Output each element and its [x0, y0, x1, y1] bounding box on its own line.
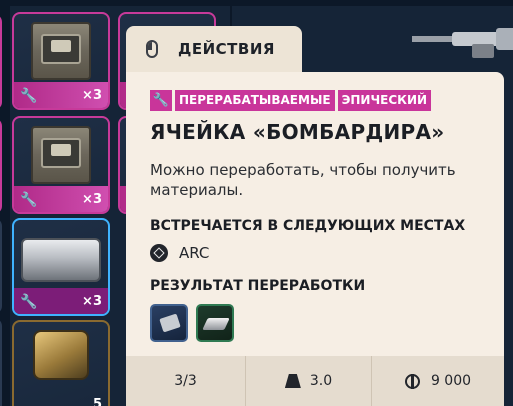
inventory-slot-selected[interactable]: 🔧 ×3	[12, 218, 110, 316]
location-label: ARC	[179, 244, 210, 262]
item-quantity: ×3	[82, 294, 102, 309]
stack-count-value: 3/3	[174, 373, 197, 389]
recycle-result-item[interactable]	[150, 304, 188, 342]
inventory-slot-bombardier-cell[interactable]: 🔧 ×3	[12, 12, 110, 110]
arc-icon	[150, 244, 168, 262]
item-tooltip: 🔧 ПЕРЕРАБАТЫВАЕМЫЕ ЭПИЧЕСКИЙ ЯЧЕЙКА «БОМ…	[126, 72, 504, 406]
item-stats-footer: 3/3 3.0 9 000	[126, 356, 504, 406]
mouse-icon	[146, 40, 158, 58]
item-price: 9 000	[372, 356, 504, 406]
inventory-slot-partial[interactable]	[0, 318, 2, 406]
item-image	[33, 330, 89, 380]
weight-icon	[284, 374, 301, 388]
wrench-icon: 🔧	[150, 90, 172, 111]
tag-recyclable: ПЕРЕРАБАТЫВАЕМЫЕ	[175, 90, 335, 111]
item-quantity: 5	[92, 397, 102, 406]
found-in-location: ARC	[150, 244, 209, 262]
recycle-result-item[interactable]	[196, 304, 234, 342]
item-weight: 3.0	[246, 356, 372, 406]
price-value: 9 000	[430, 373, 472, 389]
tag-rarity: ЭПИЧЕСКИЙ	[337, 90, 432, 111]
item-description: Можно переработать, чтобы получить матер…	[150, 161, 456, 199]
stack-count: 3/3	[126, 356, 246, 406]
item-image	[21, 228, 101, 282]
item-quantity: ×3	[82, 192, 102, 207]
item-image	[31, 22, 91, 80]
wrench-icon: 🔧	[20, 294, 38, 310]
actions-label: ДЕЙСТВИЯ	[178, 40, 275, 58]
item-title: ЯЧЕЙКА «БОМБАРДИРА»	[150, 120, 445, 144]
recycle-result-items	[150, 304, 234, 342]
coin-icon	[404, 373, 420, 389]
item-image	[31, 126, 91, 184]
wrench-icon: 🔧	[20, 88, 38, 104]
inventory-slot[interactable]: 5	[12, 320, 110, 406]
found-in-heading: ВСТРЕЧАЕТСЯ В СЛЕДУЮЩИХ МЕСТАХ	[150, 218, 466, 234]
weapon-image	[412, 28, 513, 58]
actions-tab[interactable]: ДЕЙСТВИЯ	[126, 26, 302, 72]
inventory-slot-partial[interactable]	[0, 118, 2, 214]
item-quantity: ×3	[82, 88, 102, 103]
inventory-slot-bombardier-cell[interactable]: 🔧 ×3	[12, 116, 110, 214]
inventory-slot-partial[interactable]	[0, 14, 2, 110]
item-tags: 🔧 ПЕРЕРАБАТЫВАЕМЫЕ ЭПИЧЕСКИЙ	[150, 90, 432, 111]
wrench-icon: 🔧	[20, 192, 38, 208]
inventory-slot-partial[interactable]	[0, 218, 2, 314]
recycle-result-heading: РЕЗУЛЬТАТ ПЕРЕРАБОТКИ	[150, 278, 366, 294]
weight-value: 3.0	[309, 373, 333, 389]
